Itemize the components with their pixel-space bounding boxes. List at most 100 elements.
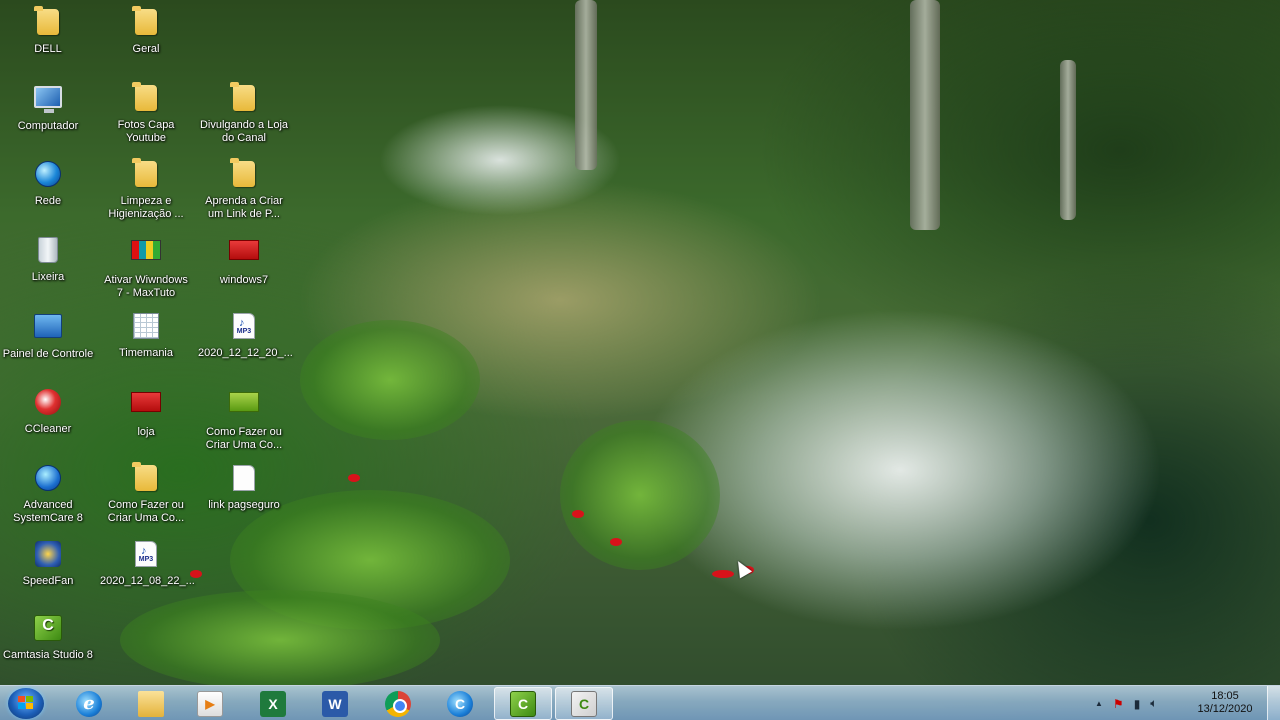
- desktop-icon-label: Rede: [34, 195, 62, 207]
- desktop-icon-timemania[interactable]: Timemania: [100, 310, 192, 360]
- taskbar-blue-app[interactable]: C: [431, 687, 489, 720]
- desktop-icon-label: Como Fazer ou Criar Uma Co...: [205, 426, 283, 451]
- desktop-icon-loja[interactable]: loja: [100, 386, 192, 439]
- desktop-icon-windows7[interactable]: windows7: [198, 234, 290, 287]
- flower-decoration: [610, 538, 622, 546]
- internet-explorer-icon: e: [76, 690, 102, 717]
- clock-date: 13/12/2020: [1197, 703, 1253, 715]
- desktop-icon-label: loja: [137, 426, 155, 438]
- desktop-icon-como-fazer-folder[interactable]: Como Fazer ou Criar Uma Co...: [100, 462, 192, 525]
- media-player-icon: ▶: [197, 690, 223, 717]
- word-icon: W: [322, 690, 348, 717]
- desktop-icon-label: Camtasia Studio 8: [3, 649, 93, 661]
- desktop-icon-lixeira[interactable]: Lixeira: [2, 234, 94, 284]
- taskbar-camtasia-studio[interactable]: C: [494, 687, 552, 720]
- clock-time: 18:05: [1211, 690, 1239, 702]
- mouse-cursor-icon: [731, 557, 753, 579]
- taskbar-word[interactable]: W: [306, 687, 364, 720]
- show-desktop-button[interactable]: [1267, 686, 1280, 720]
- desktop-icon-label: Lixeira: [31, 271, 65, 283]
- desktop-icon-label: Fotos Capa Youtube: [117, 119, 175, 144]
- desktop-icon-ativar-windows[interactable]: Ativar Wiwndows 7 - MaxTuto: [100, 234, 192, 300]
- activator-icon: [131, 240, 161, 260]
- taskbar-excel[interactable]: X: [244, 687, 302, 720]
- chrome-icon: [385, 690, 411, 717]
- folder-icon: [37, 9, 59, 35]
- desktop-icon-geral[interactable]: Geral: [100, 6, 192, 56]
- desktop-icon-label: Painel de Controle: [2, 348, 94, 360]
- speedfan-icon: [35, 541, 61, 567]
- network-globe-icon: [35, 161, 61, 187]
- windows-logo-icon: [18, 696, 34, 710]
- camtasia-recorder-icon: C: [571, 690, 597, 717]
- fern-decoration: [300, 320, 480, 440]
- folder-icon: [135, 161, 157, 187]
- recycle-bin-icon: [38, 237, 58, 263]
- taskbar-media-player[interactable]: ▶: [181, 687, 239, 720]
- desktop-icon-label: DELL: [34, 43, 62, 55]
- desktop-icon-rede[interactable]: Rede: [2, 158, 94, 208]
- taskbar-camtasia-recorder[interactable]: C: [555, 687, 613, 720]
- spreadsheet-icon: [133, 313, 159, 339]
- green-image-icon: [229, 392, 259, 412]
- red-image-icon: [131, 392, 161, 412]
- desktop-icon-computador[interactable]: Computador: [2, 82, 94, 133]
- clock[interactable]: 18:05 13/12/2020: [1190, 690, 1260, 716]
- folder-icon: [233, 161, 255, 187]
- volume-icon[interactable]: 🔈︎: [1150, 696, 1157, 711]
- desktop-icon-label: Timemania: [119, 347, 173, 359]
- mp3-file-icon: ♪ MP3: [233, 313, 255, 339]
- desktop-icon-fotos-capa-youtube[interactable]: Fotos Capa Youtube: [100, 82, 192, 145]
- advanced-systemcare-icon: [35, 465, 61, 491]
- tree-trunk-decoration: [575, 0, 597, 170]
- tree-trunk-decoration: [1060, 60, 1076, 220]
- desktop-icon-como-fazer-image[interactable]: Como Fazer ou Criar Uma Co...: [198, 386, 290, 452]
- desktop-icon-label: Computador: [17, 120, 79, 132]
- desktop-icon-label: 2020_12_08_22_...: [100, 575, 195, 587]
- desktop-icon-label: SpeedFan: [22, 575, 74, 587]
- desktop-icon-camtasia[interactable]: Camtasia Studio 8: [2, 612, 94, 662]
- fern-decoration: [560, 420, 720, 570]
- system-tray: ▲ ⚑ ▮ 🔈︎: [1090, 686, 1163, 720]
- desktop-icon-label: windows7: [219, 274, 269, 286]
- desktop-icon-limpeza[interactable]: Limpeza e Higienização ...: [100, 158, 192, 221]
- start-button[interactable]: [8, 688, 44, 719]
- network-signal-icon[interactable]: ▮: [1134, 697, 1141, 711]
- tree-trunk-decoration: [910, 0, 940, 230]
- desktop-icon-label: Geral: [132, 43, 160, 55]
- desktop-icon-advanced-systemcare[interactable]: Advanced SystemCare 8: [2, 462, 94, 525]
- red-image-icon: [229, 240, 259, 260]
- desktop-icon-mp3-2020-12-12[interactable]: ♪ MP3 2020_12_12_20_...: [198, 310, 293, 360]
- desktop-icon-dell[interactable]: DELL: [2, 6, 94, 56]
- show-hidden-icons-button[interactable]: ▲: [1095, 699, 1103, 708]
- folder-icon: [135, 85, 157, 111]
- desktop-icon-label: link pagseguro: [208, 499, 280, 511]
- taskbar-file-explorer[interactable]: [122, 687, 180, 720]
- action-center-flag-icon[interactable]: ⚑: [1113, 697, 1124, 711]
- desktop-icon-speedfan[interactable]: SpeedFan: [2, 538, 94, 588]
- excel-icon: X: [260, 690, 286, 717]
- text-file-icon: [233, 465, 255, 491]
- folder-icon: [233, 85, 255, 111]
- taskbar-internet-explorer[interactable]: e: [60, 687, 118, 720]
- folder-icon: [135, 465, 157, 491]
- taskbar-chrome[interactable]: [369, 687, 427, 720]
- file-explorer-icon: [138, 690, 164, 717]
- folder-icon: [135, 9, 157, 35]
- desktop-icon-label: Limpeza e Higienização ...: [108, 195, 184, 220]
- desktop-icon-label: Aprenda a Criar um Link de P...: [205, 195, 283, 220]
- desktop-icon-mp3-2020-12-08[interactable]: ♪ MP3 2020_12_08_22_...: [100, 538, 195, 588]
- flower-decoration: [348, 474, 360, 482]
- camtasia-icon: [34, 615, 62, 641]
- taskbar: e ▶ X W C C C ▲ ⚑ ▮ 🔈︎ 18:05 13/12/2020: [0, 685, 1280, 720]
- desktop-icon-painel-controle[interactable]: Painel de Controle: [2, 310, 94, 361]
- desktop-icon-ccleaner[interactable]: CCleaner: [2, 386, 94, 436]
- desktop-icon-aprenda-criar-link[interactable]: Aprenda a Criar um Link de P...: [198, 158, 290, 221]
- desktop-icon-divulgando-loja[interactable]: Divulgando a Loja do Canal: [198, 82, 290, 145]
- desktop-icon-label: Como Fazer ou Criar Uma Co...: [107, 499, 185, 524]
- fern-decoration: [120, 590, 440, 690]
- desktop-icon-link-pagseguro[interactable]: link pagseguro: [198, 462, 290, 512]
- control-panel-icon: [34, 314, 62, 338]
- computer-icon: [34, 86, 62, 113]
- ccleaner-icon: [35, 389, 61, 415]
